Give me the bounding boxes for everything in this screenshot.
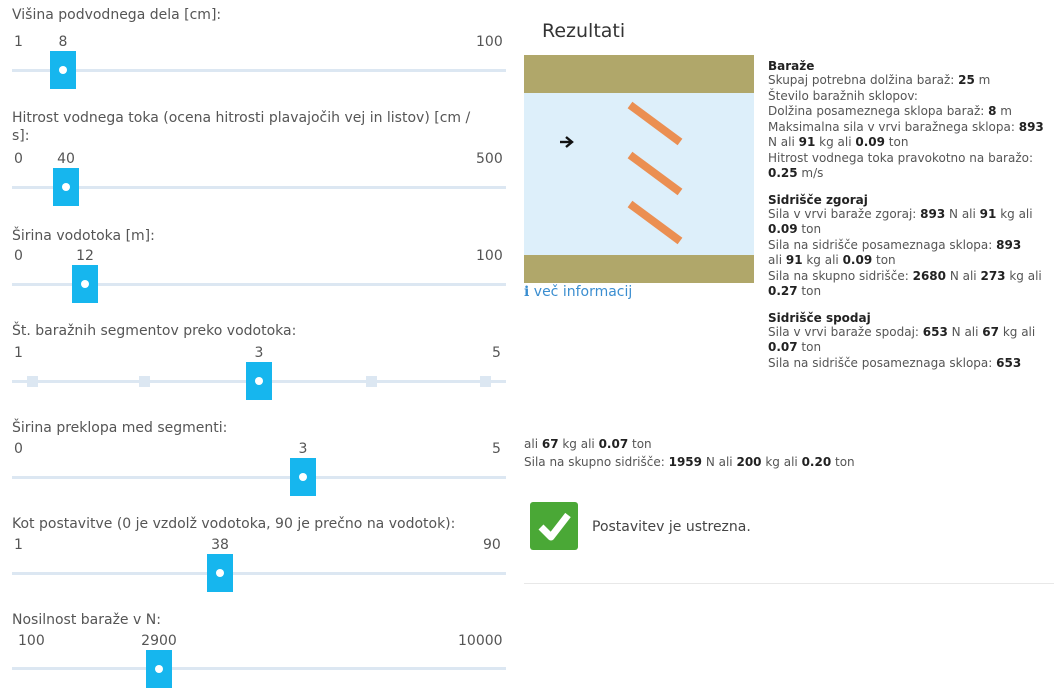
slider-step-marker (480, 376, 491, 387)
slider-step-marker (27, 376, 38, 387)
slider-label-angle: Kot postavitve (0 je vzdolž vodotoka, 90… (12, 516, 456, 532)
slider-min: 100 (18, 633, 45, 649)
slider-track[interactable] (12, 186, 506, 189)
slider-handle-height[interactable] (50, 51, 76, 89)
info-icon: i (524, 284, 530, 300)
lower-bank (524, 255, 754, 283)
slider-track[interactable] (12, 69, 506, 72)
lower-rope-row: Sila v vrvi baraže spodaj: 653 N ali 67 … (768, 324, 1036, 355)
slider-step-marker (366, 376, 377, 387)
results-details: Baraže Skupaj potrebna dolžina baraž: 25… (768, 59, 1056, 371)
slider-handle-velocity[interactable] (53, 168, 79, 206)
slider-value: 2900 (141, 633, 177, 649)
slider-value: 3 (298, 441, 308, 457)
slider-value: 12 (76, 248, 94, 264)
barriers-heading: Baraže (768, 59, 815, 73)
slider-value: 38 (211, 537, 229, 553)
water (524, 93, 754, 255)
slider-label-width: Širina vodotoka [m]: (12, 228, 155, 244)
slider-track[interactable] (12, 667, 506, 670)
slider-max: 90 (483, 537, 501, 553)
upper-rope-row: Sila v vrvi baraže zgoraj: 893 N ali 91 … (768, 206, 1033, 237)
slider-track[interactable] (12, 476, 506, 479)
slider-label-capacity: Nosilnost baraže v N: (12, 612, 161, 628)
results-title: Rezultati (542, 20, 626, 42)
lower-total-row: Sila na skupno sidrišče: 1959 N ali 200 … (524, 455, 855, 469)
slider-label-segments: Št. baražnih segmentov preko vodotoka: (12, 323, 297, 339)
slider-label-overlap: Širina preklopa med segmenti: (12, 420, 228, 436)
slider-max: 500 (476, 151, 503, 167)
more-info-link[interactable]: i več informacij (524, 284, 632, 300)
upper-bank (524, 55, 754, 93)
upper-total-row: Sila na skupno sidrišče: 2680 N ali 273 … (768, 268, 1042, 299)
total-length-row: Skupaj potrebna dolžina baraž: 25 m (768, 73, 991, 87)
slider-min: 1 (14, 345, 23, 361)
slider-min: 0 (14, 441, 23, 457)
slider-track[interactable] (12, 572, 506, 575)
segment-length-row: Dolžina posameznega sklopa baraž: 8 m (768, 104, 1012, 118)
slider-max: 100 (476, 248, 503, 264)
slider-min: 0 (14, 248, 23, 264)
slider-label-velocity: Hitrost vodnega toka (ocena hitrosti pla… (12, 110, 471, 126)
status-text: Postavitev je ustrezna. (592, 519, 751, 535)
count-row: Število baražnih sklopov: (768, 88, 918, 103)
slider-max: 5 (492, 345, 501, 361)
slider-handle-overlap[interactable] (290, 458, 316, 496)
slider-value: 8 (58, 34, 68, 50)
slider-value: 3 (254, 345, 264, 361)
slider-min: 0 (14, 151, 23, 167)
divider (524, 583, 1054, 584)
checkmark-icon (530, 502, 578, 550)
max-force-row: Maksimalna sila v vrvi baražnega sklopa:… (768, 119, 1044, 150)
slider-max: 100 (476, 34, 503, 50)
slider-max: 5 (492, 441, 501, 457)
slider-handle-capacity[interactable] (146, 650, 172, 688)
upper-anchor-heading: Sidrišče zgoraj (768, 192, 868, 207)
slider-handle-angle[interactable] (207, 554, 233, 592)
lower-single-row: Sila na sidrišče posameznaga sklopa: 653 (768, 355, 1022, 370)
slider-step-marker (139, 376, 150, 387)
slider-max: 10000 (458, 633, 503, 649)
lower-single-row-cont: ali 67 kg ali 0.07 ton (524, 437, 652, 451)
velocity-row: Hitrost vodnega toka pravokotno na baraž… (768, 150, 1034, 181)
slider-value: 40 (57, 151, 75, 167)
slider-label-velocity-cont: s]: (12, 128, 30, 144)
slider-handle-width[interactable] (72, 265, 98, 303)
more-info-label: več informacij (533, 284, 633, 300)
lower-anchor-heading: Sidrišče spodaj (768, 310, 871, 325)
slider-min: 1 (14, 34, 23, 50)
slider-min: 1 (14, 537, 23, 553)
slider-handle-segments[interactable] (246, 362, 272, 400)
barrier-diagram (524, 55, 754, 283)
upper-single-row: Sila na sidrišče posameznaga sklopa: 893… (768, 237, 1022, 268)
slider-label-height: Višina podvodnega dela [cm]: (12, 7, 222, 23)
